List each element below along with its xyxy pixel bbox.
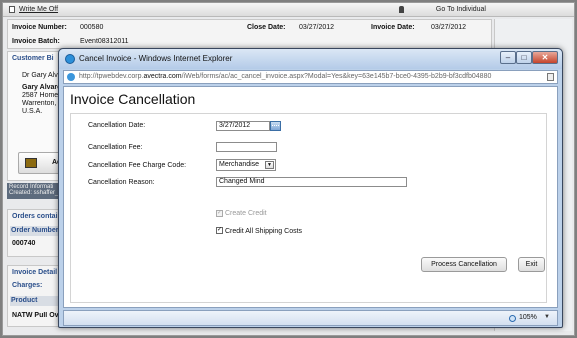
zoom-level[interactable]: 105% [519,314,537,321]
create-credit-checkbox: ✓ [216,210,223,217]
exit-button[interactable]: Exit [518,257,545,272]
write-off-icon [9,6,15,13]
cancellation-date-input[interactable]: 3/27/2012 [216,121,270,131]
calendar-icon[interactable] [270,121,281,131]
order-number-value[interactable]: 000740 [12,240,35,247]
ie-icon [65,54,75,64]
cancellation-date-label: Cancellation Date: [88,122,146,129]
write-off-link[interactable]: Write Me Off [19,6,58,13]
person-icon [399,6,404,13]
url-text: http://tpwebdev.corp.avectra.com/iWeb/fo… [79,73,491,80]
cancellation-fee-input[interactable] [216,142,277,152]
invoice-info-panel: Invoice Number: 000580 Close Date: 03/27… [7,19,492,49]
card-icon [25,158,37,168]
page-properties-icon[interactable] [547,73,554,81]
invoice-number-label: Invoice Number: [12,24,67,31]
charges-title: Charges: [12,282,43,289]
record-created: Created: sshaffer_a [9,190,62,196]
cancellation-reason-label: Cancellation Reason: [88,179,155,186]
close-date-label: Close Date: [247,24,286,31]
fee-charge-code-select[interactable]: Merchandise ▼ [216,159,276,171]
url-domain: avectra.com [143,73,182,80]
create-credit-label: Create Credit [225,210,267,217]
minimize-button[interactable]: – [500,51,516,64]
maximize-button[interactable]: □ [516,51,532,64]
url-prefix: http://tpwebdev.corp. [79,73,144,80]
invoice-date-label: Invoice Date: [371,24,415,31]
url-suffix: /iWeb/forms/ac/ac_cancel_invoice.aspx?Mo… [181,73,492,80]
invoice-batch-label: Invoice Batch: [12,38,60,45]
zoom-icon[interactable] [509,315,516,322]
window-titlebar[interactable]: Cancel Invoice - Windows Internet Explor… [59,49,562,69]
customer-name: Dr Gary Alva [22,72,62,79]
invoice-details-title: Invoice Detail [12,269,58,276]
status-bar: 105% ▼ [63,310,558,326]
chevron-down-icon[interactable]: ▼ [265,161,274,169]
dialog-content: Invoice Cancellation Cancellation Date: … [63,86,558,308]
customer-address-name: Gary Alvare [22,84,62,91]
close-button[interactable]: ✕ [532,51,558,64]
background-toolbar: Write Me Off Go To Individual [3,3,574,17]
page-icon [67,73,75,81]
fee-charge-code-label: Cancellation Fee Charge Code: [88,162,187,169]
credit-shipping-checkbox[interactable]: ✓ [216,227,223,234]
go-to-individual-link[interactable]: Go To Individual [436,6,486,13]
close-date-value: 03/27/2012 [299,24,335,31]
cancel-invoice-window: Cancel Invoice - Windows Internet Explor… [58,48,563,328]
process-cancellation-button[interactable]: Process Cancellation [421,257,507,272]
orders-title: Orders contai [12,213,58,220]
address-bar[interactable]: http://tpwebdev.corp.avectra.com/iWeb/fo… [63,70,558,84]
fee-charge-code-value: Merchandise [219,161,260,168]
cancellation-fee-label: Cancellation Fee: [88,144,143,151]
cancellation-form: Cancellation Date: 3/27/2012 Cancellatio… [70,113,547,303]
invoice-number-value: 000580 [80,24,104,31]
cancellation-reason-input[interactable]: Changed Mind [216,177,407,187]
zoom-dropdown-icon[interactable]: ▼ [544,314,550,320]
customer-address-country: U.S.A. [22,108,43,115]
window-title: Cancel Invoice - Windows Internet Explor… [79,54,233,63]
invoice-date-value: 03/27/2012 [431,24,467,31]
invoice-batch-value: Event08312011 [80,38,129,45]
page-title: Invoice Cancellation [70,91,196,107]
customer-address-city: Warrenton, V [22,100,63,107]
credit-shipping-label: Credit All Shipping Costs [225,228,303,235]
customer-billing-title: Customer Bi [12,55,54,62]
